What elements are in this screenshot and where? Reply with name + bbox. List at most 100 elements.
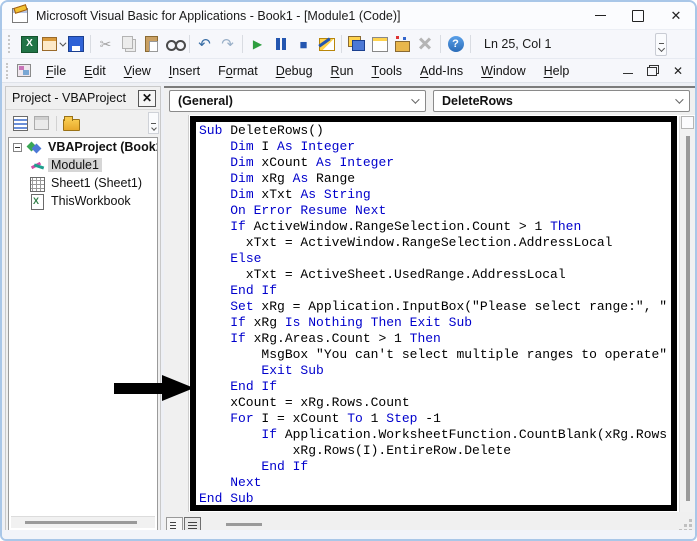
window-controls xyxy=(581,2,695,29)
toolbar-group xyxy=(444,33,467,55)
toolbar-group xyxy=(94,33,186,55)
tree-item-module1[interactable]: Module1 xyxy=(9,156,157,174)
standard-toolbar: Ln 25, Col 1 xyxy=(2,30,695,59)
object-dropdown-value: (General) xyxy=(178,94,233,108)
menu-add-ins[interactable]: Add-Ins xyxy=(411,59,472,82)
menu-help[interactable]: Help xyxy=(535,59,579,82)
tree-item-thisworkbook[interactable]: ThisWorkbook xyxy=(9,192,157,210)
code-vertical-scrollbar[interactable] xyxy=(679,116,695,512)
view-code-icon[interactable] xyxy=(10,113,31,133)
tree-item-label: ThisWorkbook xyxy=(51,194,131,208)
break-icon[interactable] xyxy=(269,33,292,55)
help-icon[interactable] xyxy=(444,33,467,55)
insert-userform-icon[interactable] xyxy=(41,33,64,55)
code-line: xTxt = ActiveSheet.UsedRange.AddressLoca… xyxy=(199,267,566,282)
menu-view[interactable]: View xyxy=(115,59,160,82)
collapse-icon[interactable] xyxy=(13,142,22,152)
vba-editor-window: Microsoft Visual Basic for Applications … xyxy=(0,0,697,541)
redo-icon[interactable] xyxy=(216,33,239,55)
code-line: Dim I As Integer xyxy=(230,139,356,154)
tree-item-sheet1-sheet1-[interactable]: Sheet1 (Sheet1) xyxy=(9,174,157,192)
maximize-icon[interactable] xyxy=(619,2,657,29)
code-line: MsgBox "You can't select multiple ranges… xyxy=(199,347,668,362)
design-mode-icon[interactable] xyxy=(315,33,338,55)
title-bar: Microsoft Visual Basic for Applications … xyxy=(2,2,695,30)
toolbar-group xyxy=(18,33,87,55)
project-tree: VBAProject (Book1) Module1 Sheet1 (Sheet1)… xyxy=(8,137,158,531)
code-window: (General) DeleteRows Sub DeleteRows() Di… xyxy=(164,86,695,536)
toolbar-separator xyxy=(341,35,342,53)
menu-file[interactable]: File xyxy=(37,59,75,82)
object-browser-icon[interactable] xyxy=(391,33,414,55)
project-toolbar-separator xyxy=(56,115,57,131)
save-icon[interactable] xyxy=(64,33,87,55)
menu-tools[interactable]: Tools xyxy=(362,59,411,82)
menu-insert[interactable]: Insert xyxy=(160,59,209,82)
code-line: If xRg.Areas.Count > 1 Then xyxy=(230,331,441,346)
procedure-dropdown[interactable]: DeleteRows xyxy=(433,90,690,112)
minimize-icon[interactable] xyxy=(581,2,619,29)
menu-format[interactable]: Fo rmat xyxy=(209,59,267,82)
toolbar-group xyxy=(193,33,239,55)
view-object-icon[interactable] xyxy=(31,113,52,133)
paste-icon[interactable] xyxy=(140,33,163,55)
code-editor-area[interactable]: Sub DeleteRows() Dim I As Integer Dim xC… xyxy=(164,115,695,512)
sheet-icon xyxy=(29,176,45,192)
project-panel-header: Project - VBAProject xyxy=(6,87,160,110)
scrollbar-top-button[interactable] xyxy=(681,116,694,129)
code-line: Dim xTxt As String xyxy=(230,187,371,202)
tree-item-vbaproject-book1-[interactable]: VBAProject (Book1) xyxy=(9,138,157,156)
menubar-grip[interactable] xyxy=(6,62,11,79)
code-line: Set xRg = Application.InputBox("Please s… xyxy=(230,299,668,314)
window-title: Microsoft Visual Basic for Applications … xyxy=(36,8,401,23)
code-line: If ActiveWindow.RangeSelection.Count > 1… xyxy=(230,219,582,234)
annotation-arrow xyxy=(114,375,194,401)
object-dropdown[interactable]: (General) xyxy=(169,90,426,112)
menu-edit[interactable]: Edit xyxy=(75,59,115,82)
code-line: Sub DeleteRows() xyxy=(199,123,324,138)
procedure-dropdown-value: DeleteRows xyxy=(442,94,513,108)
excel-icon[interactable] xyxy=(18,33,41,55)
toolbar-separator xyxy=(242,35,243,53)
code-horizontal-scrollbar[interactable] xyxy=(204,517,675,531)
toolbar-icons xyxy=(18,33,467,55)
margin-indicator-bar xyxy=(164,115,189,512)
reset-icon[interactable] xyxy=(292,33,315,55)
mdi-minimize-icon[interactable] xyxy=(622,73,633,74)
annotation-rectangle: Sub DeleteRows() Dim I As Integer Dim xC… xyxy=(190,116,677,511)
code-line: Dim xCount As Integer xyxy=(230,155,395,170)
toolbar-grip[interactable] xyxy=(8,35,14,53)
close-icon[interactable] xyxy=(657,2,695,29)
toolbox-icon[interactable] xyxy=(414,33,437,55)
mdi-window-controls xyxy=(622,65,695,77)
menu-run[interactable]: Run xyxy=(322,59,363,82)
vscrollbar-thumb[interactable] xyxy=(686,136,690,501)
copy-icon[interactable] xyxy=(117,33,140,55)
cut-icon[interactable] xyxy=(94,33,117,55)
project-toolbar-options-button[interactable] xyxy=(148,112,159,134)
code-combo-row: (General) DeleteRows xyxy=(164,88,695,115)
mdi-restore-icon[interactable] xyxy=(646,65,659,76)
mdi-close-icon[interactable] xyxy=(673,65,683,77)
code-text[interactable]: Sub DeleteRows() Dim I As Integer Dim xC… xyxy=(199,123,671,505)
project-explorer-icon[interactable] xyxy=(345,33,368,55)
project-tree-items: VBAProject (Book1) Module1 Sheet1 (Sheet1)… xyxy=(9,138,157,210)
code-line: End Sub xyxy=(199,491,254,506)
menu-debug[interactable]: Debug xyxy=(267,59,322,82)
main-area: Project - VBAProject VBAProject (Book1) M… xyxy=(2,83,695,536)
toggle-folders-icon[interactable] xyxy=(61,113,82,133)
code-line: Next xyxy=(230,475,262,490)
menu-window[interactable]: Window xyxy=(472,59,534,82)
code-line: If xRg Is Nothing Then Exit Sub xyxy=(230,315,473,330)
toolbar-options-button[interactable] xyxy=(655,33,667,56)
vba-app-icon xyxy=(12,8,28,23)
undo-icon[interactable] xyxy=(193,33,216,55)
module-icon xyxy=(29,158,45,173)
properties-window-icon[interactable] xyxy=(368,33,391,55)
code-line: For I = xCount To 1 Step -1 xyxy=(230,411,441,426)
project-panel-close-icon[interactable] xyxy=(138,89,156,107)
run-icon[interactable] xyxy=(246,33,269,55)
find-icon[interactable] xyxy=(163,33,186,55)
project-tree-hscrollbar[interactable] xyxy=(11,516,155,528)
workbook-icon xyxy=(29,193,45,210)
